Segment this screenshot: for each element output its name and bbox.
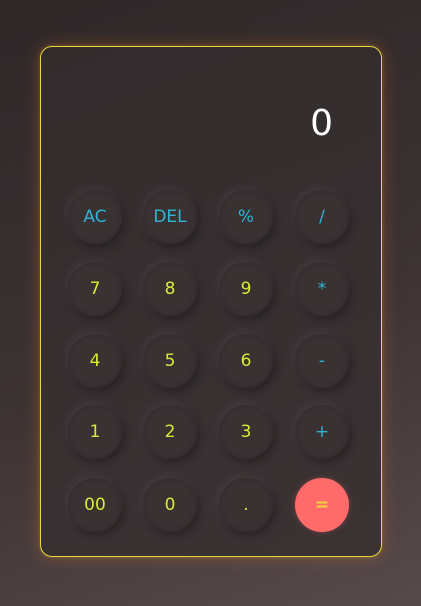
clear-all-button[interactable]: AC	[68, 190, 122, 244]
divide-button[interactable]: /	[295, 190, 349, 244]
subtract-button[interactable]: -	[295, 334, 349, 388]
equals-button[interactable]: =	[295, 478, 349, 532]
delete-button[interactable]: DEL	[143, 190, 197, 244]
digit-7-button[interactable]: 7	[68, 262, 122, 316]
multiply-button[interactable]: *	[295, 262, 349, 316]
digit-1-button[interactable]: 1	[68, 405, 122, 459]
digit-3-button[interactable]: 3	[219, 405, 273, 459]
double-zero-button[interactable]: 00	[68, 478, 122, 532]
calculator-panel: 0 AC DEL % / 7 8 9 * 4 5 6 - 1 2 3 + 00 …	[40, 46, 382, 557]
decimal-button[interactable]: .	[219, 478, 273, 532]
display-value: 0	[310, 103, 333, 144]
digit-0-button[interactable]: 0	[143, 478, 197, 532]
digit-8-button[interactable]: 8	[143, 262, 197, 316]
digit-2-button[interactable]: 2	[143, 405, 197, 459]
digit-5-button[interactable]: 5	[143, 334, 197, 388]
add-button[interactable]: +	[295, 405, 349, 459]
percent-button[interactable]: %	[219, 190, 273, 244]
digit-6-button[interactable]: 6	[219, 334, 273, 388]
digit-4-button[interactable]: 4	[68, 334, 122, 388]
digit-9-button[interactable]: 9	[219, 262, 273, 316]
